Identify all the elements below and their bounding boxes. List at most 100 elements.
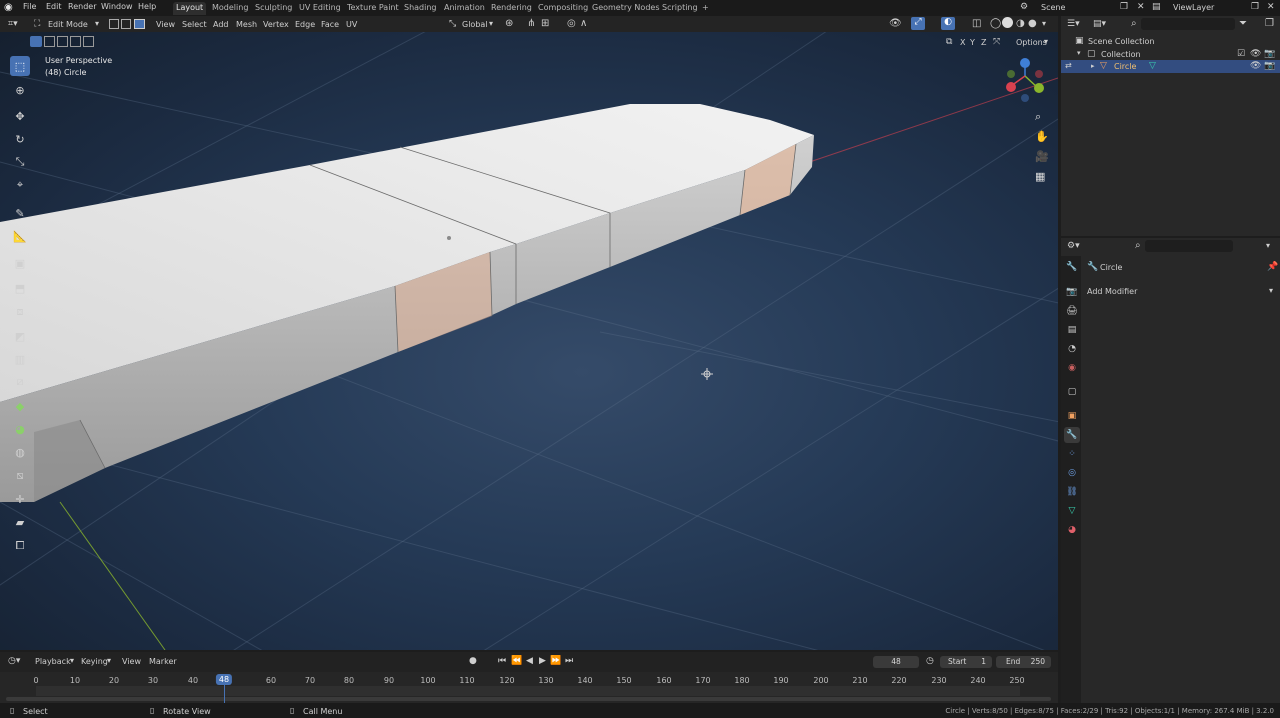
- inset-tool-icon[interactable]: ⧈: [10, 302, 30, 322]
- scene-collection-label[interactable]: Scene Collection: [1088, 37, 1155, 46]
- expand-arrow-icon[interactable]: ▾: [1077, 49, 1081, 57]
- particles-tab-icon[interactable]: ⁘: [1064, 446, 1080, 462]
- select-new-icon[interactable]: [30, 36, 42, 47]
- collection-label[interactable]: Collection: [1101, 50, 1141, 59]
- axis-z-toggle[interactable]: Z: [981, 38, 986, 47]
- move-tool-icon[interactable]: ✥: [10, 106, 30, 126]
- menu-mesh[interactable]: Mesh: [236, 20, 257, 29]
- falloff-icon[interactable]: ∧: [580, 18, 587, 29]
- add-modifier-dropdown[interactable]: Add Modifier: [1087, 287, 1137, 296]
- add-cube-tool-icon[interactable]: ▣: [10, 253, 30, 273]
- new-scene-icon[interactable]: ❐: [1120, 2, 1128, 12]
- edge-select-icon[interactable]: [121, 19, 131, 29]
- menu-window[interactable]: Window: [101, 2, 133, 11]
- select-box-tool-icon[interactable]: ⬚: [10, 56, 30, 76]
- perspective-toggle-icon[interactable]: ▦: [1035, 170, 1045, 183]
- timeline-editor-icon[interactable]: ◷▾: [8, 656, 20, 666]
- properties-search-input[interactable]: [1145, 240, 1233, 252]
- pan-hand-icon[interactable]: ✋: [1035, 130, 1049, 143]
- properties-editor-icon[interactable]: ⚙▾: [1067, 241, 1080, 251]
- data-tab-icon[interactable]: ▽: [1064, 503, 1080, 519]
- axis-y-toggle[interactable]: Y: [970, 38, 975, 47]
- menu-view[interactable]: View: [156, 20, 175, 29]
- properties-search-icon[interactable]: ⌕: [1135, 240, 1141, 251]
- snap-target-icon[interactable]: ⊞: [541, 18, 549, 29]
- smooth-tool-icon[interactable]: ◍: [10, 442, 30, 462]
- gizmo-toggle-icon[interactable]: ⤢: [911, 17, 925, 30]
- object-tab-icon[interactable]: ▣: [1064, 408, 1080, 424]
- menu-timeline-view[interactable]: View: [122, 657, 141, 666]
- material-tab-icon[interactable]: ◕: [1064, 522, 1080, 538]
- jump-keyframe-forward-icon[interactable]: ⏩: [550, 656, 561, 666]
- rotate-tool-icon[interactable]: ↻: [10, 129, 30, 149]
- blender-logo-icon[interactable]: ◉: [4, 2, 16, 14]
- display-mode-icon[interactable]: ▤▾: [1093, 19, 1106, 29]
- vertex-select-icon[interactable]: [109, 19, 119, 29]
- orientation-dropdown[interactable]: Global: [462, 20, 488, 29]
- visibility-icon[interactable]: 👁: [889, 18, 902, 29]
- menu-file[interactable]: File: [23, 2, 36, 11]
- record-icon[interactable]: ●: [469, 656, 477, 666]
- zoom-icon[interactable]: ⌕: [1035, 110, 1041, 124]
- scene-name[interactable]: Scene: [1041, 3, 1065, 12]
- menu-edit[interactable]: Edit: [46, 2, 62, 11]
- workspace-tab-layout[interactable]: Layout: [173, 2, 207, 15]
- 3d-viewport[interactable]: User Perspective (48) Circle ⧉ X Y Z ⤧ O…: [0, 32, 1058, 650]
- view-layer-tab-icon[interactable]: ▤: [1064, 322, 1080, 338]
- wireframe-shading-icon[interactable]: ◯: [990, 18, 1001, 29]
- modifier-tab-icon[interactable]: 🔧: [1064, 427, 1080, 443]
- delete-view-layer-icon[interactable]: ✕: [1267, 2, 1275, 12]
- transform-tool-icon[interactable]: ⌖: [10, 175, 30, 195]
- workspace-tab-compositing[interactable]: Compositing: [535, 2, 591, 15]
- edge-slide-tool-icon[interactable]: ⧅: [10, 466, 30, 486]
- extrude-tool-icon[interactable]: ⬒: [10, 278, 30, 298]
- new-view-layer-icon[interactable]: ❐: [1251, 2, 1259, 12]
- shrink-fatten-tool-icon[interactable]: ✛: [10, 489, 30, 509]
- axis-x-toggle[interactable]: X: [960, 38, 965, 47]
- poly-build-tool-icon[interactable]: ◆: [10, 396, 30, 416]
- xray-icon[interactable]: ◫: [972, 18, 981, 29]
- measure-tool-icon[interactable]: 📐: [10, 226, 30, 246]
- material-shading-icon[interactable]: ◑: [1016, 18, 1025, 29]
- jump-start-icon[interactable]: ⏮: [498, 656, 506, 666]
- output-tab-icon[interactable]: 🖨: [1064, 303, 1080, 319]
- menu-uv[interactable]: UV: [346, 20, 357, 29]
- auto-merge-icon[interactable]: ⤧: [993, 37, 1000, 47]
- workspace-tab-sculpting[interactable]: Sculpting: [252, 2, 295, 15]
- object-label-circle[interactable]: Circle: [1114, 62, 1136, 71]
- menu-vertex[interactable]: Vertex: [263, 20, 289, 29]
- workspace-tab-modeling[interactable]: Modeling: [209, 2, 251, 15]
- workspace-tab-rendering[interactable]: Rendering: [488, 2, 535, 15]
- render-tab-icon[interactable]: 📷: [1064, 284, 1080, 300]
- annotate-tool-icon[interactable]: ✎: [10, 203, 30, 223]
- outliner-editor-icon[interactable]: ☰▾: [1067, 19, 1080, 29]
- select-intersect-icon[interactable]: [83, 36, 94, 47]
- current-frame-field[interactable]: 48: [873, 656, 919, 668]
- pivot-icon[interactable]: ⊛: [505, 18, 513, 29]
- mirror-icon[interactable]: ⧉: [946, 37, 952, 47]
- spin-tool-icon[interactable]: ◕: [10, 419, 30, 439]
- workspace-tab-uv-editing[interactable]: UV Editing: [296, 2, 344, 15]
- menu-render[interactable]: Render: [68, 2, 96, 11]
- options-dropdown[interactable]: Options: [1016, 38, 1047, 47]
- camera-view-icon[interactable]: 🎥: [1035, 150, 1049, 163]
- outliner-search-icon[interactable]: ⌕: [1131, 18, 1137, 29]
- knife-tool-icon[interactable]: ⧄: [10, 372, 30, 392]
- eye-icon[interactable]: 👁: [1250, 49, 1261, 59]
- editor-type-icon[interactable]: ⌗▾: [8, 19, 18, 29]
- workspace-tab-geometry-nodes[interactable]: Geometry Nodes: [589, 2, 662, 15]
- end-frame-field[interactable]: End 250: [996, 656, 1051, 668]
- select-invert-icon[interactable]: [70, 36, 81, 47]
- rip-tool-icon[interactable]: ⧠: [10, 536, 30, 556]
- play-icon[interactable]: ▶: [539, 656, 546, 666]
- workspace-tab-scripting[interactable]: Scripting: [659, 2, 701, 15]
- outliner-search-input[interactable]: [1141, 18, 1235, 30]
- menu-marker[interactable]: Marker: [149, 657, 177, 666]
- menu-face[interactable]: Face: [321, 20, 339, 29]
- workspace-tab-texture-paint[interactable]: Texture Paint: [344, 2, 402, 15]
- snap-icon[interactable]: ⋔: [527, 18, 535, 29]
- clock-icon[interactable]: ◷: [926, 656, 934, 666]
- workspace-tab-shading[interactable]: Shading: [401, 2, 440, 15]
- expand-arrow-icon[interactable]: ▸: [1091, 62, 1095, 70]
- collection-tab-icon[interactable]: ▢: [1064, 384, 1080, 400]
